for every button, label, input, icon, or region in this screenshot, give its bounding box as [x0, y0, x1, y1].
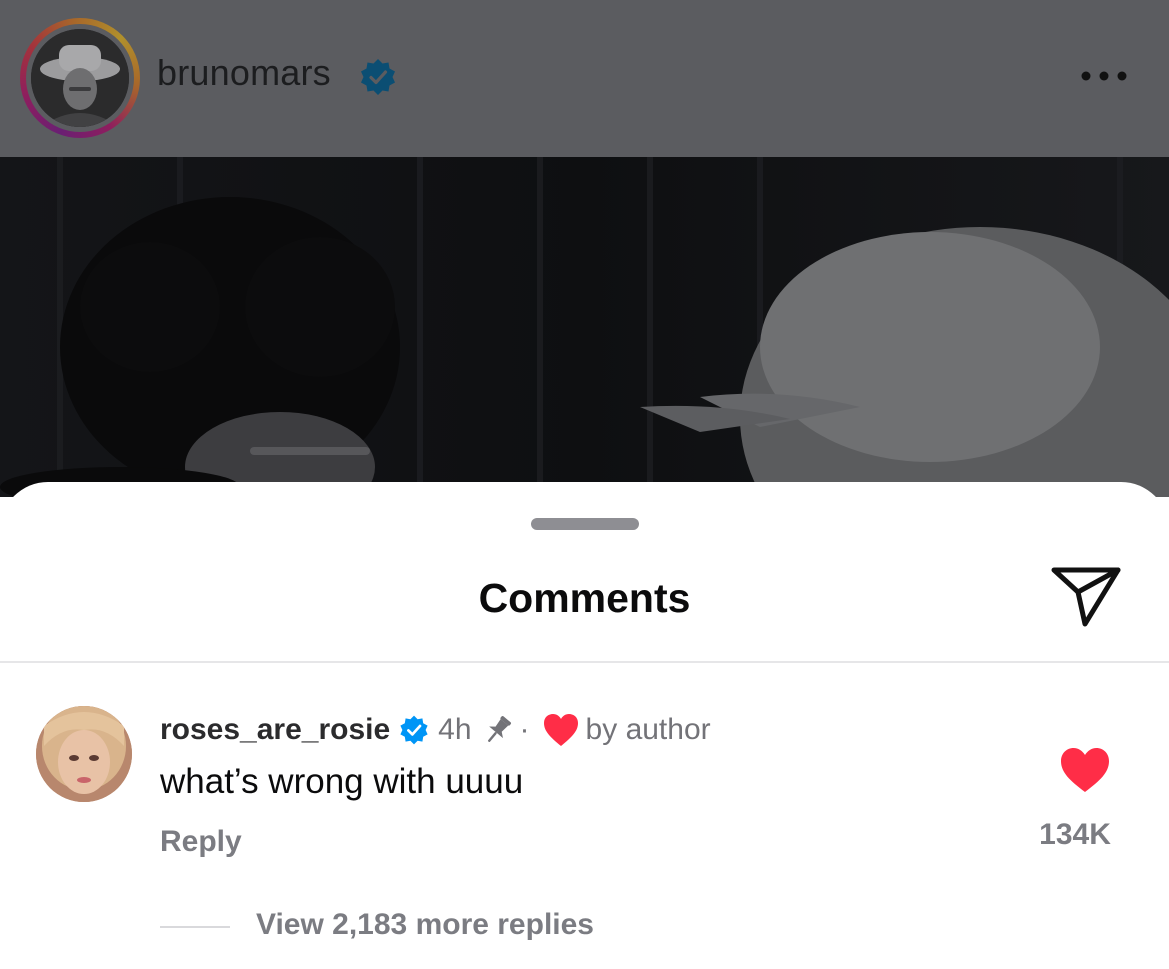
like-heart-icon[interactable]: [1058, 745, 1112, 795]
pin-icon: [487, 716, 511, 742]
comment-text: what’s wrong with uuuu: [160, 762, 524, 801]
reply-button[interactable]: Reply: [160, 825, 242, 859]
paper-plane-icon[interactable]: [1048, 564, 1124, 630]
liked-by-author-label: by author: [585, 713, 711, 746]
commenter-avatar[interactable]: [36, 706, 132, 802]
commenter-username[interactable]: roses_are_rosie: [160, 713, 390, 747]
post-image-content: [0, 157, 1169, 497]
like-count: 134K: [1039, 818, 1111, 851]
comment-meta-row: roses_are_rosie 4h · by author: [160, 710, 711, 750]
comments-title: Comments: [478, 575, 691, 621]
author-avatar: [31, 29, 129, 127]
replies-indicator-line: [160, 926, 230, 928]
view-more-replies-button[interactable]: View 2,183 more replies: [256, 908, 594, 942]
meta-separator: ·: [519, 713, 530, 746]
verified-badge-icon: [361, 59, 395, 95]
author-avatar-photo: [31, 29, 129, 127]
author-avatar-story-ring[interactable]: [20, 18, 140, 138]
sheet-drag-handle[interactable]: [531, 518, 639, 530]
more-dots-icon[interactable]: [1079, 69, 1129, 83]
screen: brunomars Comments roses_are_rosie 4h · …: [0, 0, 1169, 969]
verified-badge-icon: [400, 715, 428, 745]
post-header: brunomars: [0, 0, 1169, 157]
post-image: [0, 157, 1169, 497]
post-author-username[interactable]: brunomars: [157, 52, 331, 94]
sheet-divider: [0, 661, 1169, 663]
heart-icon: [543, 714, 578, 746]
commenter-avatar-photo: [36, 706, 132, 802]
comments-sheet: Comments roses_are_rosie 4h · by author …: [0, 482, 1169, 969]
comment-timestamp: 4h: [438, 713, 472, 746]
